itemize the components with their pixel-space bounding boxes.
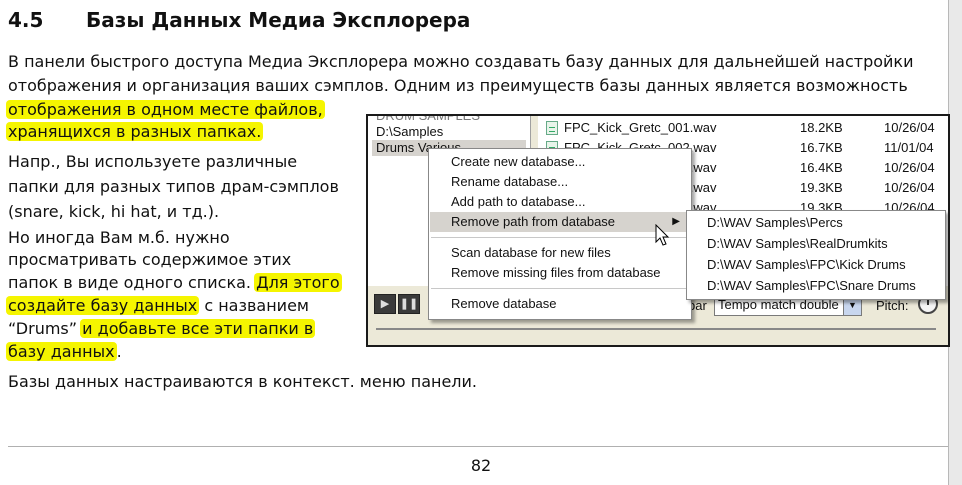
- body-line-9: базу данных.: [6, 340, 122, 364]
- context-menu: Create new database... Rename database..…: [428, 148, 692, 320]
- file-date: 10/26/04: [884, 160, 935, 175]
- highlight: и добавьте все эти папки в: [80, 319, 316, 338]
- file-size: 18.2KB: [800, 120, 843, 135]
- intro-line-3: отображения в одном месте файлов,: [6, 98, 325, 122]
- media-explorer-screenshot: DRUM SAMPLES D:\Samples Drums Various FP…: [366, 114, 950, 347]
- menu-separator: [431, 288, 687, 289]
- body-line-4: Но иногда Вам м.б. нужно: [8, 228, 230, 247]
- menu-create-database[interactable]: Create new database...: [430, 152, 688, 172]
- tree-item-partial: DRUM SAMPLES: [376, 114, 481, 123]
- body-line-5: просматривать содержимое этих: [8, 250, 292, 269]
- highlight: хранящихся в разных папках.: [6, 122, 264, 141]
- text-span: с названием: [199, 296, 309, 315]
- body-line-3: (snare, kick, hi hat, и тд.).: [8, 202, 220, 221]
- submenu-path-snare-drums[interactable]: D:\WAV Samples\FPC\Snare Drums: [688, 276, 942, 296]
- menu-remove-missing[interactable]: Remove missing files from database: [430, 263, 688, 283]
- file-size: 16.4KB: [800, 160, 843, 175]
- menu-remove-path[interactable]: Remove path from database ▶: [430, 212, 688, 232]
- footer-divider: [8, 446, 948, 447]
- menu-add-path[interactable]: Add path to database...: [430, 192, 688, 212]
- body-line-10: Базы данных настраиваются в контекст. ме…: [8, 372, 478, 391]
- file-size: 16.7KB: [800, 140, 843, 155]
- menu-rename-database[interactable]: Rename database...: [430, 172, 688, 192]
- highlight: Для этого: [254, 273, 342, 292]
- text-span: “Drums”: [8, 319, 83, 338]
- submenu-arrow-icon: ▶: [672, 216, 680, 227]
- section-title: Базы Данных Медиа Эксплорера: [86, 8, 471, 32]
- section-heading: 4.5 Базы Данных Медиа Эксплорера: [8, 8, 470, 32]
- menu-remove-database[interactable]: Remove database: [430, 294, 688, 314]
- intro-line-2: отображения и организация ваших сэмплов.…: [8, 76, 908, 95]
- page-number: 82: [470, 456, 492, 475]
- file-size: 19.3KB: [800, 180, 843, 195]
- page-edge: [948, 0, 962, 485]
- tree-item-samples[interactable]: D:\Samples: [376, 124, 443, 140]
- body-line-2: папки для разных типов драм-сэмплов: [8, 177, 339, 196]
- text-span: папок в виде одного списка.: [8, 273, 257, 292]
- body-line-7: создайте базу данных с названием: [6, 294, 309, 318]
- play-button[interactable]: ▶: [374, 294, 396, 314]
- mouse-cursor-icon: [655, 224, 670, 246]
- pause-button[interactable]: ❚❚: [398, 294, 420, 314]
- submenu-path-realdrumkits[interactable]: D:\WAV Samples\RealDrumkits: [688, 234, 942, 254]
- highlight: отображения в одном месте файлов,: [6, 100, 325, 119]
- wave-file-icon: [546, 121, 558, 135]
- intro-line-1: В панели быстрого доступа Медиа Эксплоре…: [8, 52, 914, 71]
- menu-separator: [431, 237, 687, 238]
- text-span: .: [116, 342, 122, 361]
- file-date: 11/01/04: [884, 140, 934, 155]
- seek-bar[interactable]: [376, 328, 936, 338]
- highlight: создайте базу данных: [6, 296, 200, 315]
- path-submenu: D:\WAV Samples\Percs D:\WAV Samples\Real…: [686, 210, 946, 300]
- body-line-6: папок в виде одного списка. Для этого: [8, 271, 342, 295]
- file-name: FPC_Kick_Gretc_001.wav: [564, 120, 717, 135]
- body-line-8: “Drums” и добавьте все эти папки в: [8, 317, 316, 341]
- file-row[interactable]: FPC_Kick_Gretc_001.wav 18.2KB 10/26/04: [538, 118, 948, 138]
- section-number: 4.5: [8, 8, 44, 32]
- pitch-label: Pitch:: [876, 298, 909, 313]
- menu-scan-database[interactable]: Scan database for new files: [430, 243, 688, 263]
- intro-line-4: хранящихся в разных папках.: [6, 120, 264, 144]
- submenu-path-percs[interactable]: D:\WAV Samples\Percs: [688, 213, 942, 233]
- submenu-path-kick-drums[interactable]: D:\WAV Samples\FPC\Kick Drums: [688, 255, 942, 275]
- menu-remove-path-label: Remove path from database: [451, 214, 616, 229]
- file-date: 10/26/04: [884, 120, 935, 135]
- body-line-1: Напр., Вы используете различные: [8, 152, 298, 171]
- highlight: базу данных: [6, 342, 117, 361]
- file-date: 10/26/04: [884, 180, 935, 195]
